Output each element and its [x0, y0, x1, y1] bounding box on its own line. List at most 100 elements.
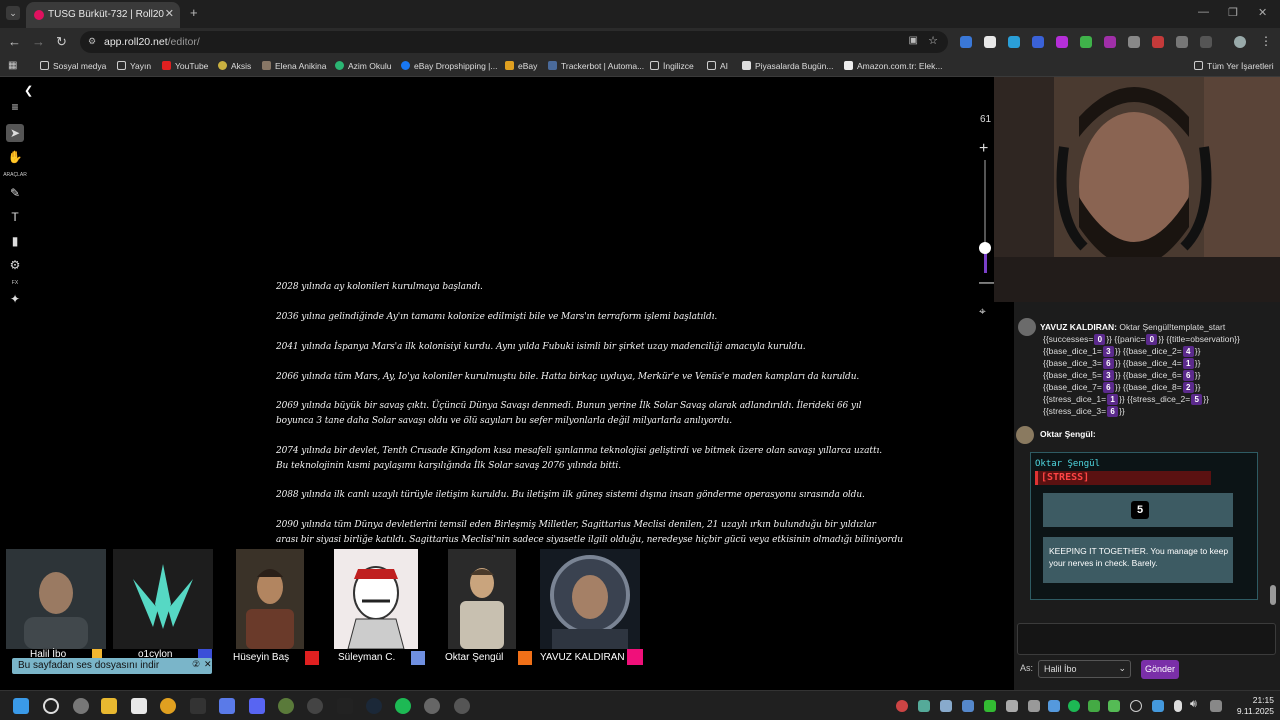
spotify-icon[interactable] [395, 698, 411, 714]
app-icon[interactable] [307, 698, 323, 714]
store-icon[interactable] [131, 698, 147, 714]
help-icon[interactable]: ② [192, 659, 200, 670]
restore-icon[interactable]: ❐ [1228, 6, 1238, 19]
apps-grid-icon[interactable]: ▦ [8, 60, 17, 71]
app-icon[interactable] [219, 698, 235, 714]
tray-icon[interactable] [918, 700, 930, 712]
app-icon[interactable] [190, 698, 206, 714]
tray-icon[interactable] [1130, 700, 1142, 712]
minimize-icon[interactable]: — [1198, 6, 1209, 18]
player-color-swatch[interactable] [411, 651, 425, 665]
bookmark-star-icon[interactable]: ☆ [928, 34, 938, 47]
epic-games-icon[interactable] [337, 698, 353, 714]
new-tab-icon[interactable]: + [190, 5, 198, 20]
bookmark-folder[interactable]: Yayın [117, 61, 151, 71]
windows-start-icon[interactable] [13, 698, 29, 714]
app-icon[interactable] [278, 698, 294, 714]
draw-brush-icon[interactable]: ✎ [6, 184, 24, 202]
chat-scrollbar[interactable] [1270, 585, 1276, 605]
close-notice-icon[interactable]: ✕ [204, 659, 212, 670]
player-color-swatch[interactable] [305, 651, 319, 665]
extension-icon[interactable] [984, 36, 996, 48]
search-icon[interactable] [43, 698, 59, 714]
extension-icon[interactable] [1104, 36, 1116, 48]
pan-hand-icon[interactable]: ✋ [6, 148, 24, 166]
extension-icon[interactable] [1008, 36, 1020, 48]
chrome-icon[interactable] [160, 698, 176, 714]
close-window-icon[interactable]: ✕ [1258, 6, 1267, 19]
extension-icon[interactable] [1080, 36, 1092, 48]
dice-tool-icon[interactable]: ⚙ [6, 256, 24, 274]
speak-as-select[interactable]: Halil İbo ⌄ [1038, 660, 1131, 678]
active-tab[interactable]: TUSG Bürküt-732 | Roll20 ✕ [26, 2, 180, 28]
tray-icon[interactable] [1210, 700, 1222, 712]
extension-icon[interactable] [1032, 36, 1044, 48]
bookmark-link[interactable]: eBay [505, 61, 537, 71]
tray-icon[interactable] [1068, 700, 1080, 712]
tray-icon[interactable] [962, 700, 974, 712]
player-color-swatch[interactable] [627, 649, 643, 665]
bookmark-link[interactable]: Amazon.com.tr: Elek... [844, 61, 943, 71]
file-explorer-icon[interactable] [101, 698, 117, 714]
extension-icon[interactable] [1152, 36, 1164, 48]
tray-icon[interactable] [896, 700, 908, 712]
tray-icon[interactable] [1048, 700, 1060, 712]
bookmark-link[interactable]: YouTube [162, 61, 208, 71]
bookmark-link[interactable]: Azim Okulu [335, 61, 391, 71]
magic-wand-icon[interactable]: ✦ [6, 290, 24, 308]
reset-view-icon[interactable]: ⌖ [979, 304, 986, 319]
audio-download-notice[interactable]: Bu sayfadan ses dosyasını indir ② ✕ [12, 658, 212, 674]
back-icon[interactable]: ← [8, 34, 21, 49]
extension-icon[interactable] [1128, 36, 1140, 48]
bookmark-link[interactable]: eBay Dropshipping |... [401, 61, 497, 71]
tray-icon[interactable] [1006, 700, 1018, 712]
player-card-huseyin[interactable] [236, 549, 304, 649]
steam-icon[interactable] [366, 698, 382, 714]
taskbar-clock[interactable]: 21:15 9.11.2025 [1230, 695, 1274, 717]
browser-menu-icon[interactable]: ⋮ [1260, 34, 1272, 48]
tray-icon[interactable] [1088, 700, 1100, 712]
tab-list-button[interactable]: ⌄ [6, 6, 20, 20]
player-color-swatch[interactable] [518, 651, 532, 665]
eraser-icon[interactable]: ▮ [6, 232, 24, 250]
tray-icon[interactable] [984, 700, 996, 712]
select-tool-icon[interactable]: ➤ [6, 124, 24, 142]
player-card-suleyman[interactable] [334, 549, 418, 649]
text-tool-icon[interactable]: T [6, 208, 24, 226]
obs-icon[interactable] [454, 698, 470, 714]
bookmark-link[interactable]: Elena Anikina [262, 61, 327, 71]
zoom-out-icon[interactable]: — [979, 274, 995, 292]
camera-off-icon[interactable]: ▣ [909, 35, 918, 46]
forward-icon[interactable]: → [32, 34, 45, 49]
chat-input[interactable] [1017, 623, 1276, 655]
tray-icon[interactable] [1152, 700, 1164, 712]
all-bookmarks-folder[interactable]: Tüm Yer İşaretleri [1194, 61, 1274, 71]
player-card-halil[interactable] [6, 549, 106, 649]
bookmark-folder[interactable]: İngilizce [650, 61, 694, 71]
send-button[interactable]: Gönder [1141, 660, 1179, 679]
bookmark-link[interactable]: Piyasalarda Bugün... [742, 61, 833, 71]
extension-icon[interactable] [1056, 36, 1068, 48]
zoom-slider-handle[interactable] [979, 242, 991, 254]
extension-icon[interactable] [960, 36, 972, 48]
xbox-icon[interactable] [424, 698, 440, 714]
menu-icon[interactable]: ≡ [6, 98, 24, 116]
close-tab-icon[interactable]: ✕ [165, 7, 174, 20]
extensions-puzzle-icon[interactable] [1200, 36, 1212, 48]
microphone-icon[interactable] [1174, 700, 1182, 712]
bookmark-folder[interactable]: Sosyal medya [40, 61, 106, 71]
discord-icon[interactable] [249, 698, 265, 714]
url-field[interactable]: ⚙ app.roll20.net/editor/ ▣ ☆ [80, 31, 948, 53]
bookmark-link[interactable]: Aksis [218, 61, 251, 71]
extension-icon[interactable] [1176, 36, 1188, 48]
tray-icon[interactable] [1028, 700, 1040, 712]
reload-icon[interactable]: ↻ [56, 34, 67, 50]
site-info-icon[interactable]: ⚙ [88, 36, 96, 47]
tray-icon[interactable] [1108, 700, 1120, 712]
bookmark-folder[interactable]: AI [707, 61, 728, 71]
profile-avatar[interactable] [1234, 36, 1246, 48]
zoom-in-icon[interactable]: + [979, 140, 988, 158]
app-icon[interactable] [73, 698, 89, 714]
player-card-oktar[interactable] [448, 549, 516, 649]
bookmark-link[interactable]: Trackerbot | Automa... [548, 61, 644, 71]
